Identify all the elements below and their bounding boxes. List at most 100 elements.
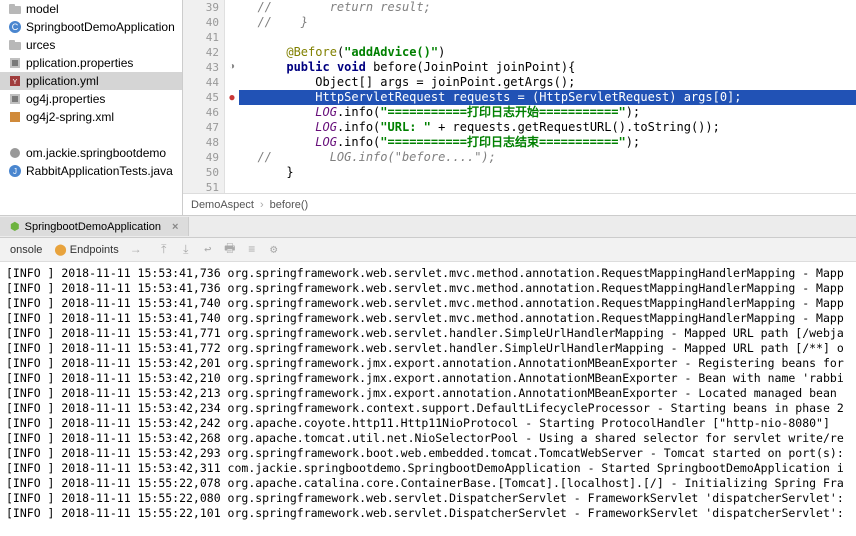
marker-slot: ● [225, 90, 239, 105]
gutter-line[interactable]: 39 [183, 0, 219, 15]
code-line[interactable]: } [239, 165, 856, 180]
code-lines[interactable]: // return result; // } @Before("addAdvic… [239, 0, 856, 193]
class-icon: C [8, 20, 22, 34]
scroll-top-icon[interactable]: ⤒ [153, 240, 175, 260]
gutter-line[interactable]: 47 [183, 120, 219, 135]
tree-item[interactable]: og4j.properties [0, 90, 182, 108]
tree-item[interactable]: model [0, 0, 182, 18]
code-line[interactable]: @Before("addAdvice()") [239, 45, 856, 60]
code-line[interactable]: HttpServletRequest requests = (HttpServl… [239, 90, 856, 105]
marker-slot [225, 30, 239, 45]
tree-item[interactable]: pplication.properties [0, 54, 182, 72]
console-tab-label[interactable]: onsole [4, 244, 48, 256]
scroll-bottom-icon[interactable]: ⤓ [175, 240, 197, 260]
gutter-line[interactable]: 45 [183, 90, 219, 105]
settings-icon[interactable]: ⚙ [263, 240, 285, 260]
tree-item-label: og4j.properties [26, 92, 105, 106]
svg-text:C: C [12, 22, 19, 32]
svg-text:J: J [13, 167, 17, 176]
gutter-markers: ◑● [225, 0, 239, 193]
editor-area: 39404142434445464748495051 ◑● // return … [183, 0, 856, 215]
project-tree[interactable]: model C SpringbootDemoApplication urces ppli… [0, 0, 183, 215]
tree-item-label: model [26, 2, 59, 16]
marker-slot [225, 75, 239, 90]
error-icon[interactable]: ● [228, 91, 235, 105]
xml-icon [8, 110, 22, 124]
code-line[interactable]: LOG.info("URL: " + requests.getRequestUR… [239, 120, 856, 135]
soft-wrap-icon[interactable]: ↩ [197, 240, 219, 260]
tree-item[interactable]: J RabbitApplicationTests.java [0, 162, 182, 180]
props-icon [8, 56, 22, 70]
tree-item-label: pplication.properties [26, 56, 133, 70]
code-line[interactable]: // return result; [239, 0, 856, 15]
tree-item-label: pplication.yml [26, 74, 99, 88]
marker-slot [225, 165, 239, 180]
breadcrumb[interactable]: DemoAspect › before() [183, 193, 856, 215]
folder-icon [8, 38, 22, 52]
marker-slot [225, 0, 239, 15]
props-icon [8, 92, 22, 106]
marker-slot [225, 45, 239, 60]
code-line[interactable] [239, 30, 856, 45]
gutter-line[interactable]: 46 [183, 105, 219, 120]
tree-item[interactable]: Ypplication.yml [0, 72, 182, 90]
gutter-line[interactable]: 44 [183, 75, 219, 90]
code-line[interactable]: public void before(JoinPoint joinPoint){ [239, 60, 856, 75]
gutter-line[interactable]: 42 [183, 45, 219, 60]
override-icon[interactable]: ◑ [229, 62, 235, 73]
marker-slot [225, 180, 239, 193]
gutter[interactable]: 39404142434445464748495051 [183, 0, 225, 193]
tree-item-label: om.jackie.springbootdemo [26, 146, 166, 160]
svg-text:Y: Y [13, 79, 18, 86]
tree-item[interactable] [0, 126, 182, 144]
tree-item[interactable]: C SpringbootDemoApplication [0, 18, 182, 36]
run-tab-springboot[interactable]: ⬢ SpringbootDemoApplication × [0, 217, 189, 236]
tree-item[interactable]: og4j2-spring.xml [0, 108, 182, 126]
gutter-line[interactable]: 50 [183, 165, 219, 180]
code-line[interactable]: Object[] args = joinPoint.getArgs(); [239, 75, 856, 90]
tree-item-label: SpringbootDemoApplication [26, 20, 175, 34]
code-line[interactable] [239, 180, 856, 193]
gutter-line[interactable]: 40 [183, 15, 219, 30]
java-icon: J [8, 164, 22, 178]
gutter-line[interactable]: 43 [183, 60, 219, 75]
breadcrumb-class[interactable]: DemoAspect [191, 199, 254, 211]
code-editor[interactable]: 39404142434445464748495051 ◑● // return … [183, 0, 856, 193]
tree-item-label: urces [26, 38, 55, 52]
run-tab-label: SpringbootDemoApplication [25, 221, 161, 233]
gutter-line[interactable]: 48 [183, 135, 219, 150]
tree-item[interactable]: urces [0, 36, 182, 54]
gutter-line[interactable]: 41 [183, 30, 219, 45]
endpoint-icon: ⬤ [54, 244, 66, 256]
spring-icon: ⬢ [10, 220, 20, 233]
marker-slot [225, 135, 239, 150]
print-icon[interactable]: 🖶 [219, 240, 241, 260]
code-line[interactable]: // } [239, 15, 856, 30]
tree-item[interactable]: om.jackie.springbootdemo [0, 144, 182, 162]
yml-icon: Y [8, 74, 22, 88]
gutter-line[interactable]: 51 [183, 180, 219, 193]
tree-item-label: RabbitApplicationTests.java [26, 164, 173, 178]
code-line[interactable]: LOG.info("===========打印日志开始===========")… [239, 105, 856, 120]
pkg-icon [8, 146, 22, 160]
gutter-line[interactable]: 49 [183, 150, 219, 165]
code-line[interactable]: LOG.info("===========打印日志结束===========")… [239, 135, 856, 150]
endpoints-tab-label[interactable]: ⬤ Endpoints [48, 243, 124, 256]
console-output[interactable]: [INFO ] 2018-11-11 15:53:41,736 org.spri… [0, 262, 856, 536]
marker-slot [225, 120, 239, 135]
tree-item-label: og4j2-spring.xml [26, 110, 114, 124]
arrow-right-icon[interactable]: → [125, 240, 147, 260]
blank-icon [8, 128, 22, 142]
marker-slot [225, 150, 239, 165]
run-tabs: ⬢ SpringbootDemoApplication × [0, 216, 856, 238]
close-icon[interactable]: × [172, 221, 178, 233]
marker-slot [225, 105, 239, 120]
marker-slot [225, 15, 239, 30]
code-line[interactable]: // LOG.info("before...."); [239, 150, 856, 165]
run-toolbar: onsole ⬤ Endpoints → ⤒ ⤓ ↩ 🖶 ≡ ⚙ [0, 238, 856, 262]
chevron-right-icon: › [260, 199, 264, 211]
marker-slot: ◑ [225, 60, 239, 75]
folder-icon [8, 2, 22, 16]
filter-icon[interactable]: ≡ [241, 240, 263, 260]
breadcrumb-method[interactable]: before() [270, 199, 309, 211]
